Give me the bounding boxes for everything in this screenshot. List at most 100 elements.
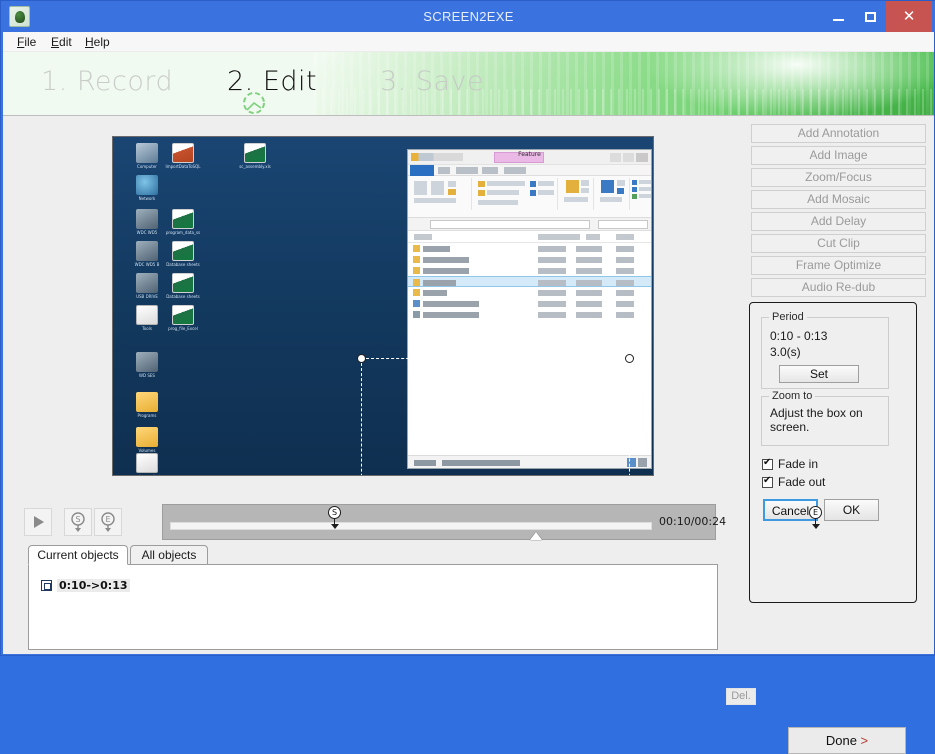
network-icon — [136, 175, 158, 195]
menu-item-help[interactable]: Help — [81, 34, 114, 50]
explorer-file-row[interactable] — [408, 243, 651, 254]
explorer-file-row[interactable] — [408, 287, 651, 298]
drive-icon — [136, 352, 158, 372]
excel-icon — [244, 143, 266, 163]
explorer-file-row[interactable] — [408, 254, 651, 265]
explorer-file-row[interactable] — [408, 276, 651, 287]
file-date-cell — [538, 268, 566, 274]
file-date-cell — [538, 280, 566, 286]
timeline[interactable]: S E — [162, 504, 822, 540]
file-type-icon — [413, 300, 420, 307]
column-header-date[interactable] — [538, 234, 580, 240]
close-button[interactable]: ✕ — [886, 1, 932, 32]
file-type-cell — [576, 257, 602, 263]
explorer-ribbon-group-clipboard — [410, 178, 472, 210]
file-type-cell — [576, 290, 602, 296]
explorer-file-row[interactable] — [408, 265, 651, 276]
window-title: SCREEN2EXE — [423, 9, 514, 24]
file-size-cell — [616, 257, 634, 263]
column-header-size[interactable] — [616, 234, 634, 240]
step-2-edit[interactable]: 2. Edit — [227, 66, 317, 97]
tool-frame-optimize[interactable]: Frame Optimize — [751, 256, 926, 275]
column-header-type[interactable] — [586, 234, 600, 240]
tab-all-objects[interactable]: All objects — [130, 545, 208, 565]
fade-out-checkbox-box[interactable] — [762, 475, 773, 488]
explorer-view-buttons[interactable] — [627, 458, 647, 467]
fade-in-checkbox[interactable]: Fade in — [762, 457, 818, 471]
file-date-cell — [538, 257, 566, 263]
timeline-end-marker-label: E — [809, 506, 822, 519]
doc-icon — [136, 453, 158, 473]
file-date-cell — [538, 312, 566, 318]
play-button[interactable] — [24, 508, 52, 536]
tool-audio-re-dub[interactable]: Audio Re-dub — [751, 278, 926, 297]
object-list[interactable]: 0:10->0:13 — [28, 564, 718, 650]
file-type-icon — [413, 289, 420, 296]
explorer-ribbon-tabs — [408, 165, 651, 176]
close-icon: ✕ — [902, 8, 916, 25]
menu-file-rest: ile — [24, 35, 37, 49]
file-type-cell — [576, 268, 602, 274]
tool-add-mosaic[interactable]: Add Mosaic — [751, 190, 926, 209]
desktop-icon: sc_assembly.xls — [229, 143, 281, 169]
timeline-playhead[interactable] — [530, 532, 542, 540]
zoom-selection-box[interactable] — [357, 354, 634, 475]
list-item[interactable]: 0:10->0:13 — [41, 578, 130, 592]
done-button[interactable]: Done > — [788, 727, 906, 754]
delete-object-button[interactable]: Del. — [726, 688, 756, 705]
ok-button[interactable]: OK — [824, 499, 879, 521]
set-start-marker-button[interactable]: S — [64, 508, 92, 536]
zoom-properties-panel: Period 0:10 - 0:13 3.0(s) Set Zoom to Ad… — [749, 302, 917, 603]
zoom-to-group-title: Zoom to — [769, 390, 816, 402]
zoom-to-group: Zoom to Adjust the box on screen. — [761, 390, 889, 446]
zoom-handle-top-left[interactable] — [357, 354, 366, 363]
zoom-handle-top-right[interactable] — [625, 354, 634, 363]
menu-item-edit[interactable]: Edit — [47, 34, 76, 50]
tool-add-image[interactable]: Add Image — [751, 146, 926, 165]
desktop-icon: WD SES — [121, 352, 173, 378]
tool-add-delay[interactable]: Add Delay — [751, 212, 926, 231]
desktop-icon: Database sheets — [157, 273, 209, 299]
step-3-save[interactable]: 3. Save — [380, 66, 484, 97]
desktop-icon: Programs — [121, 392, 173, 418]
explorer-address-bar[interactable] — [408, 218, 651, 231]
doc-icon — [136, 305, 158, 325]
explorer-ribbon-group-open — [596, 178, 630, 210]
main-body: Computer Network WDC WD5 WDC WD5 B USB DRIVE… — [3, 115, 934, 754]
fade-in-label: Fade in — [778, 457, 819, 471]
set-period-button[interactable]: Set — [779, 365, 859, 383]
done-button-label: Done — [825, 733, 857, 748]
fade-out-checkbox[interactable]: Fade out — [762, 475, 825, 489]
step-1-record[interactable]: 1. Record — [41, 66, 173, 97]
explorer-file-row[interactable] — [408, 298, 651, 309]
file-type-icon — [413, 279, 420, 286]
object-type-icon — [41, 579, 52, 591]
set-end-marker-button[interactable]: E — [94, 508, 122, 536]
fade-in-checkbox-box[interactable] — [762, 457, 773, 470]
column-header-name[interactable] — [414, 234, 432, 240]
explorer-file-row[interactable] — [408, 309, 651, 320]
timeline-start-marker[interactable]: S — [328, 506, 341, 530]
tab-current-objects[interactable]: Current objects — [28, 545, 128, 565]
video-preview[interactable]: Computer Network WDC WD5 WDC WD5 B USB DRIVE… — [112, 136, 654, 476]
maximize-button[interactable] — [854, 1, 886, 32]
file-type-icon — [413, 256, 420, 263]
wizard-step-header: 1. Record 2. Edit 3. Save — [3, 52, 934, 115]
explorer-ribbon-tab-5 — [504, 167, 526, 174]
file-date-cell — [538, 290, 566, 296]
timeline-track[interactable] — [170, 522, 652, 530]
file-type-cell — [576, 301, 602, 307]
tool-zoom-focus[interactable]: Zoom/Focus — [751, 168, 926, 187]
drive-icon — [136, 241, 158, 261]
file-type-cell — [576, 280, 602, 286]
tool-add-annotation[interactable]: Add Annotation — [751, 124, 926, 143]
tool-cut-clip[interactable]: Cut Clip — [751, 234, 926, 253]
ppt-icon — [172, 143, 194, 163]
menu-item-file[interactable]: File — [13, 34, 40, 50]
minimize-button[interactable] — [822, 1, 854, 32]
explorer-search-box[interactable] — [598, 220, 648, 229]
explorer-address-field[interactable] — [430, 220, 590, 229]
timeline-end-marker[interactable]: E — [809, 506, 822, 530]
desktop-icon-label: autoexec.bat — [121, 474, 173, 475]
file-name-cell — [423, 280, 457, 286]
